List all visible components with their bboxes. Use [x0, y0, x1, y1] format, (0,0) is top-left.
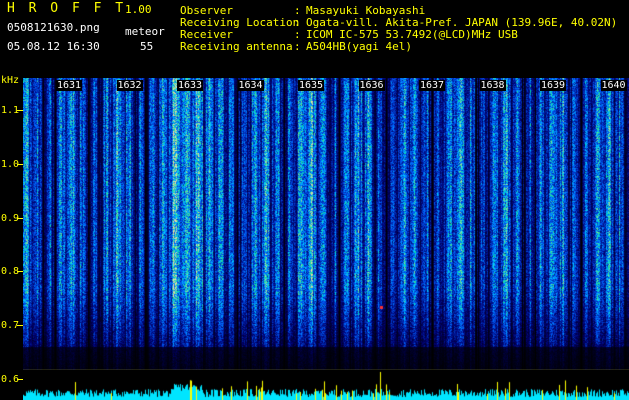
y-tick-mark	[17, 163, 23, 165]
minute-label: 1632	[116, 80, 143, 91]
timestamp: 05.08.12 16:30	[7, 40, 100, 53]
minute-label: 1634	[237, 80, 264, 91]
file-name: 0508121630.png	[7, 21, 100, 34]
antenna-value: A504HB(yagi 4el)	[306, 40, 412, 53]
minute-label: 1638	[479, 80, 506, 91]
y-axis-unit: kHz	[1, 75, 20, 86]
minute-label: 1639	[540, 80, 567, 91]
mode-label: meteor	[125, 25, 165, 38]
minute-label: 1640	[600, 80, 627, 91]
meteor-count: 55	[140, 40, 154, 53]
spectrogram-canvas	[23, 78, 629, 390]
y-tick-mark	[17, 110, 23, 112]
y-tick-mark	[17, 378, 23, 380]
y-tick-mark	[17, 217, 23, 219]
antenna-colon: :	[294, 40, 301, 53]
frequency-axis: kHz 1.1 1.0 0.9 0.8 0.7 0.6	[0, 75, 23, 400]
header-panel: H R O F F T 1.00 0508121630.png meteor 0…	[0, 0, 629, 78]
antenna-label: Receiving antenna	[180, 40, 293, 53]
minute-label: 1633	[177, 80, 204, 91]
app-title: H R O F F T	[7, 1, 127, 16]
app-version: 1.00	[125, 3, 152, 16]
y-tick-mark	[17, 271, 23, 273]
minute-label: 1635	[298, 80, 325, 91]
minute-label: 1637	[419, 80, 446, 91]
minute-label: 1636	[358, 80, 385, 91]
minute-label: 1631	[56, 80, 83, 91]
y-tick-mark	[17, 324, 23, 326]
signal-strength-trace	[23, 370, 629, 400]
